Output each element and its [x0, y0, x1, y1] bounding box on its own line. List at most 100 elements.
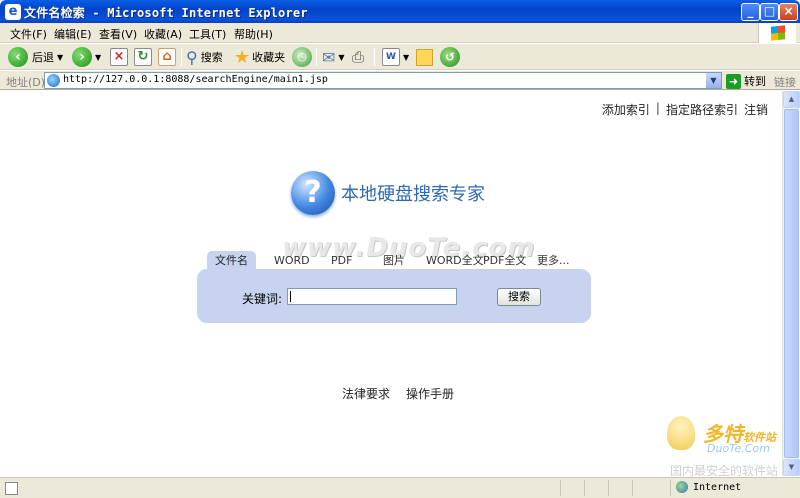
search-icon: ⚲ [186, 47, 198, 67]
menu-tools[interactable]: 工具(T) [189, 26, 226, 42]
path-index-link[interactable]: 指定路径索引 [666, 101, 738, 118]
tab-word[interactable]: WORD [274, 251, 310, 271]
status-pane [584, 480, 585, 496]
star-icon: ★ [234, 46, 251, 68]
title-bar: e 文件名检索 - Microsoft Internet Explorer _ … [0, 0, 800, 23]
status-pane [632, 480, 633, 496]
chevron-down-icon[interactable]: ▼ [403, 53, 409, 62]
chevron-down-icon[interactable]: ▼ [706, 73, 721, 88]
close-button[interactable]: × [779, 3, 798, 21]
link-separator: | [655, 101, 660, 115]
go-arrow-icon: ➜ [726, 73, 741, 89]
address-url[interactable]: http://127.0.0.1:8088/searchEngine/main1… [63, 74, 328, 85]
tab-image[interactable]: 图片 [383, 251, 405, 271]
tab-pdf[interactable]: PDF [331, 251, 352, 271]
menu-help[interactable]: 帮助(H) [234, 26, 273, 42]
home-button[interactable]: ⌂ [158, 46, 176, 68]
back-arrow-icon: ‹ [8, 47, 28, 67]
maximize-button[interactable]: □ [760, 3, 779, 21]
add-index-link[interactable]: 添加索引 [602, 101, 650, 118]
menu-file[interactable]: 文件(F) [10, 26, 47, 42]
windows-flag-icon [771, 25, 785, 41]
search-panel: 关键词: 搜索 [197, 269, 591, 323]
back-label: 后退 [32, 51, 54, 64]
keyword-label: 关键词: [242, 292, 283, 306]
chevron-down-icon[interactable]: ▼ [338, 53, 344, 62]
edit-button[interactable]: W ▼ [382, 46, 409, 68]
go-label: 转到 [744, 75, 766, 88]
logout-link[interactable]: 注销 [744, 101, 768, 118]
links-button[interactable]: 链接 [774, 74, 796, 90]
footer-links: 法律要求 操作手册 [342, 385, 454, 402]
back-button[interactable]: ‹ 后退 ▼ [8, 46, 63, 68]
corner-site: DuoTe.Com [707, 442, 770, 455]
status-bar: Internet [0, 477, 800, 498]
scroll-thumb[interactable] [784, 109, 799, 458]
toolbar: ‹ 后退 ▼ › ▼ × ↻ ⌂ ⚲ 搜索 ★ 收藏夹 ◷ ✉ ▼ ⎙ W ▼ … [0, 44, 800, 70]
manual-link[interactable]: 操作手册 [406, 385, 454, 402]
history-icon: ◷ [292, 47, 312, 67]
mail-button[interactable]: ✉ ▼ [322, 46, 345, 68]
note-icon [416, 48, 433, 66]
scroll-up-icon[interactable]: ▲ [783, 91, 800, 108]
page-icon [47, 74, 60, 87]
question-icon: ? [291, 171, 335, 215]
forward-button[interactable]: › ▼ [72, 46, 101, 68]
legal-link[interactable]: 法律要求 [342, 385, 390, 402]
stop-icon: × [110, 48, 128, 66]
menu-bar: 文件(F) 编辑(E) 查看(V) 收藏(A) 工具(T) 帮助(H) [0, 23, 800, 43]
messenger-button[interactable]: ↺ [440, 46, 460, 68]
scroll-down-icon[interactable]: ▼ [783, 459, 800, 476]
window-title: 文件名检索 - Microsoft Internet Explorer [24, 6, 308, 20]
history-button[interactable]: ◷ [292, 46, 312, 68]
chevron-down-icon[interactable]: ▼ [95, 53, 101, 62]
mail-icon: ✉ [322, 47, 336, 67]
address-label: 地址(D) [6, 76, 46, 89]
forward-arrow-icon: › [72, 47, 92, 67]
tab-pdf-fulltext[interactable]: PDF全文 [483, 251, 526, 271]
home-icon: ⌂ [158, 48, 176, 66]
toolbar-separator [316, 48, 317, 66]
favorites-button[interactable]: ★ 收藏夹 [234, 46, 285, 68]
page-content: 添加索引 | 指定路径索引 注销 ? 本地硬盘搜索专家 www.DuoTe.co… [2, 91, 782, 478]
site-logo: ? 本地硬盘搜索专家 [291, 171, 485, 215]
logo-text: 本地硬盘搜索专家 [341, 184, 485, 205]
favorites-label: 收藏夹 [252, 51, 286, 64]
menu-view[interactable]: 查看(V) [99, 26, 137, 42]
minimize-button[interactable]: _ [741, 3, 760, 21]
vertical-scrollbar[interactable]: ▲ ▼ [782, 91, 800, 476]
security-zone: Internet [676, 481, 741, 493]
refresh-button[interactable]: ↻ [134, 46, 152, 68]
go-button[interactable]: ➜ 转到 [726, 73, 766, 89]
status-pane [608, 480, 609, 496]
page-status-icon [5, 482, 18, 495]
menu-edit[interactable]: 编辑(E) [54, 26, 92, 42]
zone-label: Internet [693, 481, 742, 493]
printer-icon: ⎙ [352, 48, 365, 66]
status-pane [560, 480, 561, 496]
search-button[interactable]: ⚲ 搜索 [186, 46, 223, 68]
tab-word-fulltext[interactable]: WORD全文 [426, 251, 484, 271]
refresh-icon: ↻ [134, 48, 152, 66]
address-input[interactable]: http://127.0.0.1:8088/searchEngine/main1… [44, 72, 722, 89]
toolbar-separator [181, 48, 182, 66]
ie-logo-icon: e [5, 4, 21, 20]
search-submit-button[interactable]: 搜索 [497, 288, 541, 306]
messenger-icon: ↺ [440, 47, 460, 67]
text-caret [290, 291, 291, 302]
globe-icon [676, 481, 688, 493]
tab-more[interactable]: 更多... [537, 251, 570, 271]
print-button[interactable]: ⎙ [352, 46, 364, 68]
address-bar: 地址(D) http://127.0.0.1:8088/searchEngine… [0, 71, 800, 90]
tab-filename[interactable]: 文件名 [207, 251, 256, 271]
word-icon: W [382, 48, 400, 66]
windows-logo [758, 23, 796, 43]
chevron-down-icon[interactable]: ▼ [57, 53, 63, 62]
discuss-button[interactable] [416, 46, 433, 68]
mascot-icon [667, 416, 695, 450]
keyword-input[interactable] [287, 288, 457, 305]
menu-favorites[interactable]: 收藏(A) [144, 26, 182, 42]
status-pane [670, 480, 671, 496]
toolbar-separator [374, 48, 375, 66]
stop-button[interactable]: × [110, 46, 128, 68]
